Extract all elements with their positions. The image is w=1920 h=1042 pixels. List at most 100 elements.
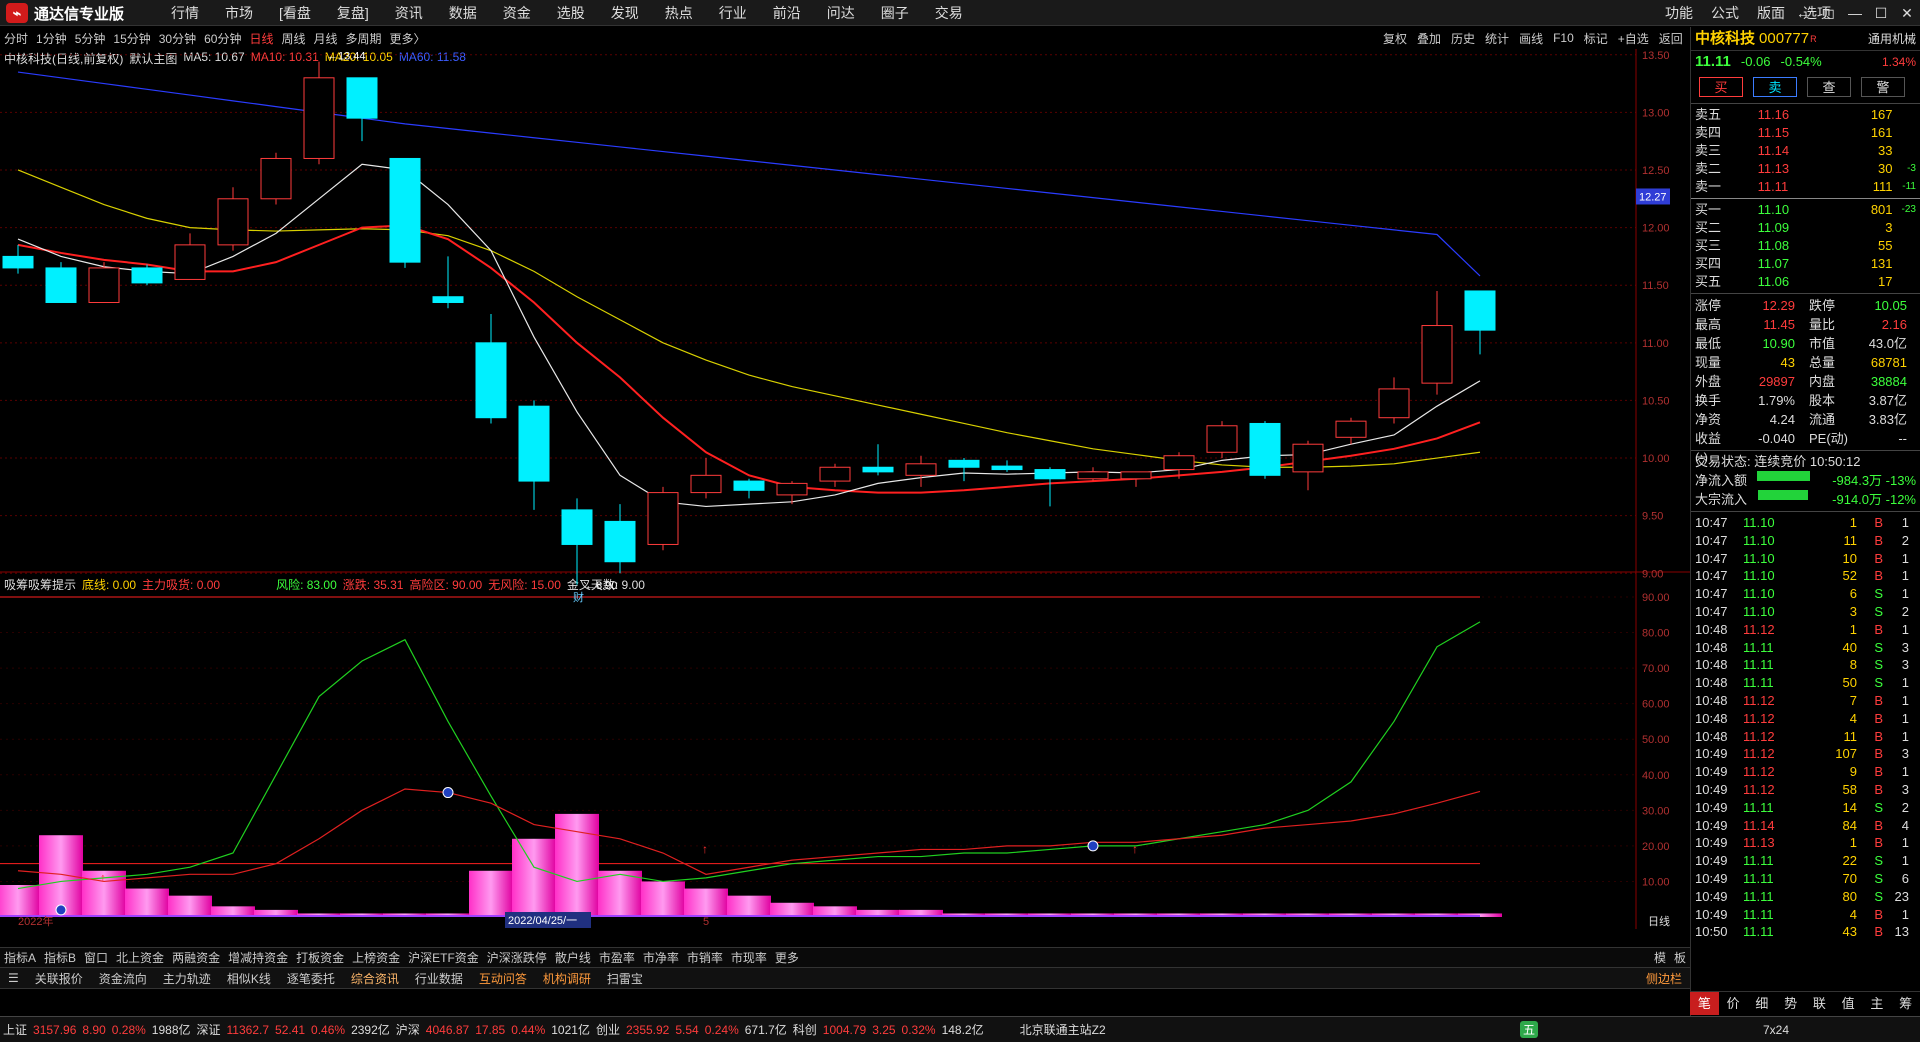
buy-button[interactable]: 买 xyxy=(1699,77,1743,97)
quote-tab-4[interactable]: 联 xyxy=(1805,992,1834,1015)
menu-item-4[interactable]: 资讯 xyxy=(382,0,436,26)
tool-6[interactable]: 标记 xyxy=(1579,30,1613,47)
info-tab-8[interactable]: 机构调研 xyxy=(535,970,599,987)
indicator-tab-5[interactable]: 增减持资金 xyxy=(224,949,292,966)
minimize-icon[interactable]: — xyxy=(1842,0,1868,26)
index-name-kc[interactable]: 科创 xyxy=(790,1021,820,1038)
quote-tab-5[interactable]: 值 xyxy=(1834,992,1863,1015)
tabs-menu-icon[interactable]: ☰ xyxy=(0,971,27,985)
ask-row-1[interactable]: 卖四 11.15 161 xyxy=(1691,124,1920,142)
ask-row-2[interactable]: 卖三 11.14 33 xyxy=(1691,142,1920,160)
restore-icon[interactable]: ◻ xyxy=(1816,0,1842,26)
sell-button[interactable]: 卖 xyxy=(1753,77,1797,97)
template-switch[interactable]: 模板 xyxy=(1650,949,1690,966)
indicator-tab-14[interactable]: 市现率 xyxy=(727,949,771,966)
indicator-tab-2[interactable]: 窗口 xyxy=(80,949,112,966)
right-menu-item-2[interactable]: 版面 xyxy=(1748,0,1794,26)
bid-row-4[interactable]: 买五 11.06 17 xyxy=(1691,273,1920,291)
period-2[interactable]: 5分钟 xyxy=(71,30,110,47)
indicator-tab-1[interactable]: 指标B xyxy=(40,949,80,966)
quote-tab-2[interactable]: 细 xyxy=(1748,992,1777,1015)
menu-item-5[interactable]: 数据 xyxy=(436,0,490,26)
right-menu-item-1[interactable]: 公式 xyxy=(1702,0,1748,26)
period-5[interactable]: 60分钟 xyxy=(200,30,245,47)
period-7[interactable]: 周线 xyxy=(277,30,309,47)
bid-row-0[interactable]: 买一 11.10 801 -23 xyxy=(1691,201,1920,219)
menu-item-1[interactable]: 市场 xyxy=(212,0,266,26)
period-10[interactable]: 更多〉 xyxy=(386,30,430,47)
period-0[interactable]: 分时 xyxy=(0,30,32,47)
quote-tab-6[interactable]: 主 xyxy=(1863,992,1892,1015)
industry-label[interactable]: 通用机械 xyxy=(1868,27,1916,50)
tool-0[interactable]: 复权 xyxy=(1378,30,1412,47)
menu-item-11[interactable]: 前沿 xyxy=(760,0,814,26)
index-name-cy[interactable]: 创业 xyxy=(593,1021,623,1038)
quote-tab-7[interactable]: 筹 xyxy=(1891,992,1920,1015)
menu-item-9[interactable]: 热点 xyxy=(652,0,706,26)
ime-indicator[interactable]: 五 xyxy=(1520,1021,1539,1038)
sidebar-toggle[interactable]: 侧边栏 xyxy=(1638,970,1690,987)
info-tab-7[interactable]: 互动问答 xyxy=(471,970,535,987)
info-tab-9[interactable]: 扫雷宝 xyxy=(599,970,651,987)
period-8[interactable]: 月线 xyxy=(310,30,342,47)
indicator-tab-4[interactable]: 两融资金 xyxy=(168,949,224,966)
tool-3[interactable]: 统计 xyxy=(1480,30,1514,47)
indicator-tab-8[interactable]: 沪深ETF资金 xyxy=(404,949,483,966)
maximize-icon[interactable]: ☐ xyxy=(1868,0,1894,26)
index-name-sh[interactable]: 上证 xyxy=(0,1021,30,1038)
menu-item-0[interactable]: 行情 xyxy=(158,0,212,26)
period-4[interactable]: 30分钟 xyxy=(155,30,200,47)
tool-5[interactable]: F10 xyxy=(1548,31,1579,45)
ask-row-0[interactable]: 卖五 11.16 167 xyxy=(1691,106,1920,124)
info-tab-6[interactable]: 行业数据 xyxy=(407,970,471,987)
right-menu-item-0[interactable]: 功能 xyxy=(1656,0,1702,26)
ask-row-3[interactable]: 卖二 11.13 30 -3 xyxy=(1691,160,1920,178)
menu-item-14[interactable]: 交易 xyxy=(922,0,976,26)
menu-item-13[interactable]: 圈子 xyxy=(868,0,922,26)
menu-item-3[interactable]: 复盘] xyxy=(324,0,382,26)
menu-item-8[interactable]: 发现 xyxy=(598,0,652,26)
index-name-hs[interactable]: 沪深 xyxy=(393,1021,423,1038)
template-switch-0[interactable]: 模 xyxy=(1650,949,1670,966)
indicator-tab-10[interactable]: 散户线 xyxy=(551,949,595,966)
indicator-tab-15[interactable]: 更多 xyxy=(771,949,803,966)
quote-tab-0[interactable]: 笔 xyxy=(1690,992,1719,1015)
index-name-sz[interactable]: 深证 xyxy=(194,1021,224,1038)
menu-item-7[interactable]: 选股 xyxy=(544,0,598,26)
bid-row-3[interactable]: 买四 11.07 131 xyxy=(1691,255,1920,273)
tool-2[interactable]: 历史 xyxy=(1446,30,1480,47)
close-icon[interactable]: ✕ xyxy=(1894,0,1920,26)
tool-8[interactable]: 返回 xyxy=(1654,30,1688,47)
quote-tab-1[interactable]: 价 xyxy=(1719,992,1748,1015)
indicator-tab-12[interactable]: 市净率 xyxy=(639,949,683,966)
bid-row-2[interactable]: 买三 11.08 55 xyxy=(1691,237,1920,255)
alert-button[interactable]: 警 xyxy=(1861,77,1905,97)
ask-row-4[interactable]: 卖一 11.11 111 -11 xyxy=(1691,178,1920,196)
menu-item-2[interactable]: [看盘 xyxy=(266,0,324,26)
bid-row-1[interactable]: 买二 11.09 3 xyxy=(1691,219,1920,237)
template-switch-1[interactable]: 板 xyxy=(1670,949,1690,966)
period-3[interactable]: 15分钟 xyxy=(109,30,154,47)
indicator-tab-9[interactable]: 沪深涨跌停 xyxy=(483,949,551,966)
period-6[interactable]: 日线 xyxy=(245,30,277,47)
period-1[interactable]: 1分钟 xyxy=(32,30,71,47)
info-tab-1[interactable]: 资金流向 xyxy=(91,970,155,987)
menu-item-10[interactable]: 行业 xyxy=(706,0,760,26)
quote-tab-3[interactable]: 势 xyxy=(1776,992,1805,1015)
period-9[interactable]: 多周期 xyxy=(342,30,386,47)
menu-item-6[interactable]: 资金 xyxy=(490,0,544,26)
indicator-tab-7[interactable]: 上榜资金 xyxy=(348,949,404,966)
info-tab-2[interactable]: 主力轨迹 xyxy=(155,970,219,987)
menu-item-12[interactable]: 问达 xyxy=(814,0,868,26)
indicator-tab-0[interactable]: 指标A xyxy=(0,949,40,966)
info-tab-3[interactable]: 相似K线 xyxy=(219,970,279,987)
info-tab-5[interactable]: 综合资讯 xyxy=(343,970,407,987)
back-icon[interactable]: ← xyxy=(1790,0,1816,26)
tool-1[interactable]: 叠加 xyxy=(1412,30,1446,47)
indicator-tab-13[interactable]: 市销率 xyxy=(683,949,727,966)
info-tab-4[interactable]: 逐笔委托 xyxy=(279,970,343,987)
tool-4[interactable]: 画线 xyxy=(1514,30,1548,47)
kline-chart[interactable]: ↑ ↑ ↑ 13.50 13.00 12.50 12.00 11.50 11.00 10.50 1… xyxy=(0,49,1690,934)
server-label[interactable]: 北京联通主站Z2 xyxy=(1017,1021,1109,1038)
info-tab-0[interactable]: 关联报价 xyxy=(27,970,91,987)
